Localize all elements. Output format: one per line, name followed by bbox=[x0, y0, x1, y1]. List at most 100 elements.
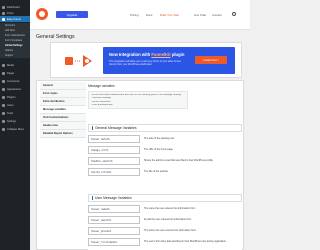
sidebar-item-users[interactable]: Users bbox=[0, 102, 30, 108]
variable-code-field[interactable]: %%page_url%% bbox=[88, 146, 140, 154]
nav-link-live-chat[interactable]: Live Chat bbox=[194, 13, 206, 17]
submenu-label: Global Settings bbox=[5, 44, 23, 47]
sidebar-item-comments[interactable]: Comments bbox=[0, 78, 30, 84]
promo-banner: Now Integration with FunnelKit plugin Th… bbox=[50, 42, 242, 78]
variable-description: The URL of the home page bbox=[144, 148, 173, 152]
media-icon bbox=[2, 63, 5, 67]
variable-code-field[interactable]: %%user_name%% bbox=[88, 205, 140, 213]
sidebar-item-label: Pages bbox=[7, 71, 15, 75]
sidebar-item-label: Settings bbox=[7, 119, 17, 123]
variable-code-field[interactable]: %%admin_email%% bbox=[88, 157, 140, 165]
info-line: - User autoresponder bbox=[91, 104, 113, 107]
nav-link-build[interactable]: Build Your Web bbox=[160, 13, 179, 17]
collapse-icon bbox=[2, 127, 5, 131]
upgrade-button-label: Upgrade bbox=[66, 12, 78, 17]
sidebar-item-settings[interactable]: Settings bbox=[0, 118, 30, 124]
variable-row: %%admin_email%% Shows the admin's email t… bbox=[88, 156, 242, 167]
nav-link-pricing[interactable]: Pricing bbox=[130, 13, 139, 17]
variable-code-field[interactable]: %%site_title%% bbox=[88, 168, 140, 176]
general-variables-title: General Message Variables bbox=[95, 126, 137, 130]
sidebar-item-label: Tools bbox=[7, 111, 14, 115]
variable-row: %%user_firstname%% The user's first name … bbox=[88, 237, 242, 248]
nav-link-contact[interactable]: Contact bbox=[212, 13, 222, 17]
variable-code-field[interactable]: %%user_date%% bbox=[88, 135, 140, 143]
banner-title-suffix: plugin bbox=[170, 52, 185, 57]
sidebar-item-label: Media bbox=[7, 63, 15, 67]
variable-description: Shows the admin's email that was filled … bbox=[144, 159, 213, 163]
variable-code-field[interactable]: %%user_email%% bbox=[88, 216, 140, 224]
variable-description: The date of the passing post bbox=[144, 137, 175, 141]
variable-description: The user's first name that was filled in… bbox=[144, 240, 227, 244]
sidebar-item-label: Plugins bbox=[7, 95, 16, 99]
tab-extra-distribution[interactable]: Extra distribution bbox=[40, 98, 86, 106]
sidebar-item-label: Appearance bbox=[7, 87, 21, 91]
submenu-label: All Forms bbox=[5, 24, 16, 27]
sidebar-item-appearance[interactable]: Appearance bbox=[0, 86, 30, 92]
dashboard-icon bbox=[2, 5, 5, 9]
variable-row: %%site_title%% The title of the website. bbox=[88, 167, 242, 178]
variable-row: %%user_name%% The name the user entered i… bbox=[88, 204, 242, 215]
submenu-label: Form Submissions bbox=[5, 34, 25, 37]
banner-title-highlight[interactable]: FunnelKit bbox=[151, 52, 170, 57]
wrench-icon bbox=[2, 111, 5, 115]
submenu-label: Form Templates bbox=[5, 39, 23, 42]
plugin-logo bbox=[36, 8, 48, 20]
sidebar-item-media[interactable]: Media bbox=[0, 62, 30, 68]
variable-row: %%page_url%% The URL of the home page bbox=[88, 145, 242, 156]
upgrade-button[interactable]: Upgrade bbox=[56, 11, 88, 18]
sidebar-item-label: Comments bbox=[7, 79, 20, 83]
sidebar-item-tools[interactable]: Tools bbox=[0, 110, 30, 116]
sidebar-item-plugins[interactable]: Plugins bbox=[0, 94, 30, 100]
submenu-label: Support bbox=[5, 54, 14, 57]
sidebar-item-label: Posts bbox=[7, 11, 14, 15]
variable-row: %%user_phone%% The phone the user entered… bbox=[88, 226, 242, 237]
section-bar-icon bbox=[92, 126, 93, 130]
submenu-label: Addons bbox=[5, 49, 14, 52]
sidebar-item-label: Collapse Menu bbox=[7, 127, 25, 131]
settings-gear-icon[interactable] bbox=[232, 12, 236, 16]
pin-icon bbox=[2, 11, 5, 15]
variable-row: %%user_date%% The date of the passing pos… bbox=[88, 134, 242, 145]
tab-form-styles[interactable]: Form styles bbox=[40, 90, 86, 98]
variable-description: The name the user entered into informati… bbox=[144, 207, 196, 211]
install-now-button[interactable]: Install Now ! bbox=[195, 56, 227, 64]
plug-icon bbox=[2, 95, 5, 99]
submenu-label: Add New bbox=[5, 29, 15, 32]
sidebar-item-label: Users bbox=[7, 103, 14, 107]
page-icon bbox=[2, 71, 5, 75]
variable-code-field[interactable]: %%user_phone%% bbox=[88, 227, 140, 235]
comment-icon bbox=[2, 79, 5, 83]
info-box: You can edit these variables and add the… bbox=[88, 91, 188, 109]
tab-general[interactable]: General bbox=[40, 82, 86, 90]
tab-visit-customizations[interactable]: Visit Customizations bbox=[40, 114, 86, 122]
variable-description: The title of the website. bbox=[144, 170, 169, 174]
sidebar-item-label: Easy Forms bbox=[7, 17, 21, 21]
page-title: General Settings bbox=[36, 34, 75, 40]
nav-link-docs[interactable]: Docs bbox=[146, 13, 152, 17]
tab-header-area[interactable]: Header area bbox=[40, 122, 86, 130]
integration-illustration-icon bbox=[65, 55, 92, 67]
general-variables-header: General Message Variables bbox=[88, 124, 242, 132]
section-heading: Message variables bbox=[88, 84, 115, 88]
variable-code-field[interactable]: %%user_firstname%% bbox=[88, 238, 140, 246]
user-icon bbox=[2, 103, 5, 107]
variable-description: E-mail the user entered into information… bbox=[144, 218, 192, 222]
sidebar-item-label: Dashboard bbox=[7, 5, 20, 9]
variable-description: The phone the user entered into informat… bbox=[144, 229, 196, 233]
collapse-menu-button[interactable]: Collapse Menu bbox=[0, 126, 30, 132]
forms-icon bbox=[2, 17, 5, 21]
admin-sidebar: Dashboard Posts Easy Forms All Forms Add… bbox=[0, 0, 30, 250]
banner-title: Now Integration with FunnelKit plugin bbox=[109, 52, 184, 57]
banner-panel: Now Integration with FunnelKit plugin Th… bbox=[103, 47, 235, 74]
sidebar-item-pages[interactable]: Pages bbox=[0, 70, 30, 76]
sidebar-item-easy-forms[interactable]: Easy Forms bbox=[0, 16, 30, 22]
tab-detailed-report[interactable]: Detailed Report Options bbox=[40, 130, 86, 138]
message-variables-panel: Message variables You can edit these var… bbox=[88, 82, 242, 250]
section-bar-icon bbox=[92, 196, 93, 200]
settings-icon bbox=[2, 119, 5, 123]
brush-icon bbox=[2, 87, 5, 91]
tab-message-variables[interactable]: Message variables bbox=[40, 106, 86, 114]
banner-subtitle: This integration will allow you to add y… bbox=[109, 60, 182, 67]
user-variables-header: User Message Variables bbox=[88, 194, 242, 202]
submenu-support[interactable]: Support bbox=[0, 53, 30, 58]
